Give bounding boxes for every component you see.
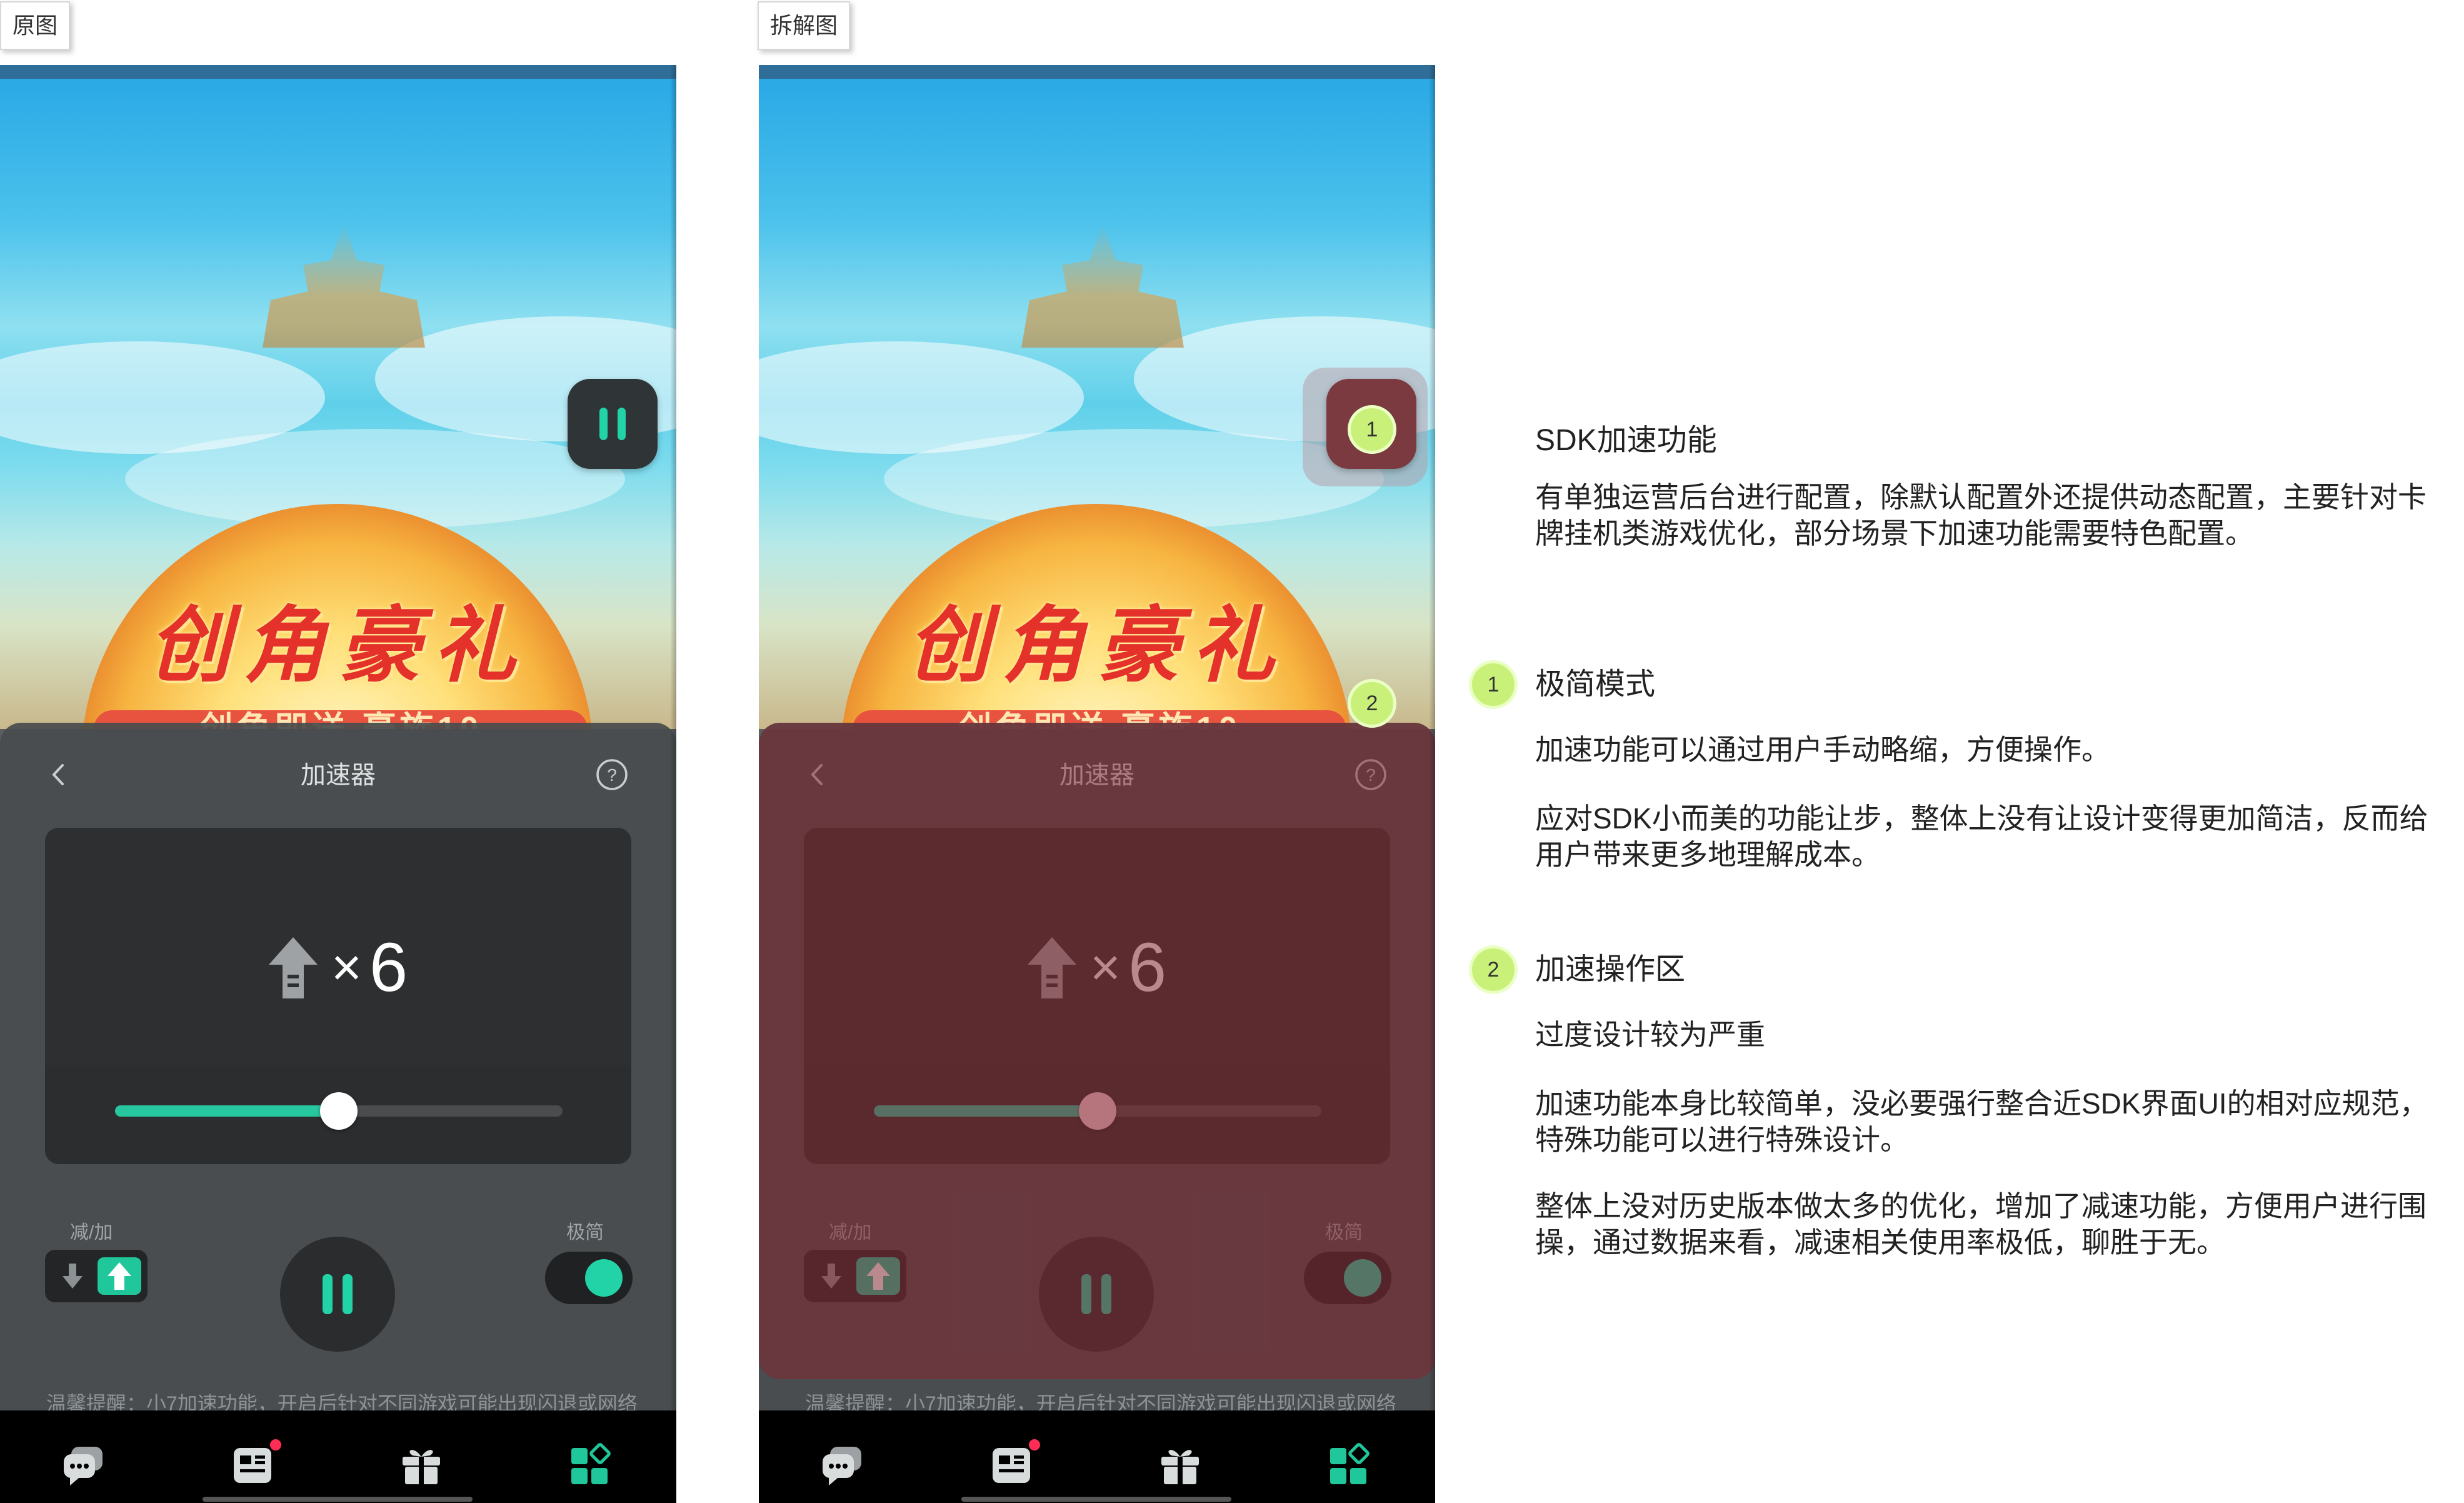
help-icon[interactable]: ? — [595, 758, 629, 792]
home-indicator — [961, 1497, 1231, 1502]
note1-p1: 加速功能可以通过用户手动略缩，方便操作。 — [1535, 733, 2110, 766]
news-badge — [1029, 1439, 1040, 1450]
banner-title: 创角豪礼 — [907, 597, 1287, 694]
note2-title: 加速操作区 — [1535, 953, 1686, 986]
annotation-badge-2: 2 — [1348, 679, 1396, 728]
note2-p2: 加速功能本身比较简单，没必要强行整合近SDK界面UI的相对应规范，特殊功能可以进… — [1535, 1087, 2428, 1156]
news-icon — [993, 1448, 1030, 1483]
status-strip — [0, 65, 676, 79]
apps-icon — [571, 1443, 611, 1484]
annotation-badge-1: 1 — [1348, 405, 1396, 454]
multiplier-value: 6 — [369, 929, 408, 1006]
panel-title: 加速器 — [301, 762, 376, 789]
breakdown-label: 拆解图 — [758, 1, 851, 50]
temple-illustration — [1021, 223, 1184, 348]
speed-toggle-label: 减/加 — [70, 1222, 113, 1243]
speed-up-segment[interactable] — [98, 1257, 141, 1295]
slow-down-icon[interactable] — [56, 1260, 89, 1292]
pause-icon — [323, 1274, 353, 1314]
note2-p3: 整体上没对历史版本做太多的优化，增加了减速功能，方便用户进行围操，通过数据来看，… — [1535, 1190, 2426, 1259]
slider-fill — [115, 1105, 339, 1117]
tab-bar — [759, 1410, 1435, 1503]
accelerator-panel: 加速器 ? ×6 减/加 极简 — [0, 723, 676, 1473]
tab-apps[interactable] — [566, 1442, 614, 1489]
slider-thumb[interactable] — [320, 1092, 358, 1130]
banner-title: 创角豪礼 — [148, 597, 528, 694]
note-badge-2: 2 — [1469, 945, 1518, 994]
tab-news[interactable] — [988, 1439, 1040, 1489]
tab-bar — [0, 1410, 676, 1503]
highlight-zone-2 — [759, 723, 1435, 1379]
svg-text:?: ? — [607, 765, 617, 785]
floating-pause-button[interactable] — [568, 379, 658, 469]
speed-up-icon — [108, 1262, 131, 1290]
toggle-knob — [585, 1259, 623, 1297]
chat-icon — [823, 1447, 861, 1485]
minimal-toggle-label: 极简 — [566, 1222, 604, 1243]
tab-news[interactable] — [229, 1439, 281, 1489]
tab-apps[interactable] — [1325, 1442, 1373, 1489]
speed-card: ×6 — [45, 828, 631, 1164]
note2-p1: 过度设计较为严重 — [1535, 1018, 1765, 1051]
tab-gift[interactable] — [1156, 1442, 1204, 1489]
news-icon — [234, 1448, 271, 1483]
tab-chat[interactable] — [60, 1442, 108, 1489]
chat-icon — [64, 1447, 103, 1485]
design-notes: SDK加速功能 有单独运营后台进行配置，除默认配置外还提供动态配置，主要针对卡牌… — [1469, 0, 2464, 1503]
gift-icon — [1161, 1450, 1199, 1485]
apps-icon — [1330, 1443, 1370, 1484]
speed-up-arrow-icon — [268, 937, 318, 998]
notes-intro: 有单独运营后台进行配置，除默认配置外还提供动态配置，主要针对卡牌挂机类游戏优化，… — [1535, 481, 2426, 550]
tab-chat[interactable] — [819, 1442, 866, 1489]
original-label: 原图 — [0, 1, 71, 50]
speed-slider[interactable] — [115, 1092, 563, 1130]
phone-original: 创角豪礼 创角即送 豪族10 加速器 ? × 6 减/加 极简 温馨提醒：小7加… — [0, 65, 676, 1503]
tab-gift[interactable] — [398, 1442, 445, 1489]
note1-p2: 应对SDK小而美的功能让步，整体上没有让设计变得更加简洁，反而给用户带来更多地理… — [1535, 802, 2428, 871]
temple-illustration — [263, 223, 425, 348]
multiplier-sign: × — [331, 938, 362, 997]
note1-title: 极简模式 — [1535, 668, 1656, 701]
status-strip — [759, 65, 1435, 79]
note-badge-1: 1 — [1469, 660, 1518, 709]
phone-breakdown: 创角豪礼 创角即送 豪族10 加速器 ? ×6 减/加 — [759, 65, 1435, 1503]
news-badge — [270, 1439, 281, 1450]
minimal-mode-toggle[interactable] — [545, 1252, 633, 1304]
gift-icon — [403, 1450, 440, 1485]
notes-heading: SDK加速功能 — [1535, 424, 1717, 457]
main-pause-button[interactable] — [280, 1237, 395, 1352]
pause-icon — [599, 408, 626, 440]
panel-header: 加速器 ? — [0, 757, 676, 794]
home-indicator — [203, 1497, 473, 1502]
speed-direction-toggle[interactable] — [45, 1250, 148, 1302]
speed-multiplier: ×6 — [45, 928, 631, 1007]
